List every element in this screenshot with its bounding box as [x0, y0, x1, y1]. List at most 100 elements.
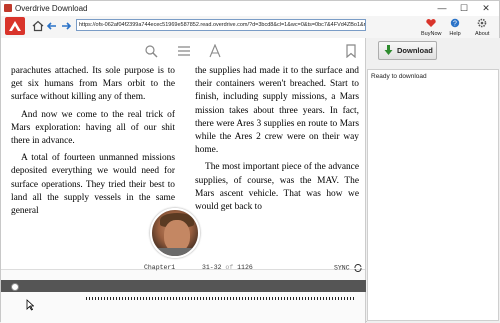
- chapter-tick: [299, 297, 300, 300]
- about-button[interactable]: About: [475, 18, 489, 37]
- chapter-tick: [218, 297, 219, 300]
- text-column-right: the supplies had made it to the surface …: [195, 65, 359, 218]
- chapter-tick: [110, 297, 111, 300]
- pages-of: of: [225, 264, 234, 271]
- font-settings-icon[interactable]: [208, 44, 222, 58]
- paragraph: The most important piece of the advance …: [195, 162, 359, 213]
- chapter-tick: [92, 297, 93, 300]
- chapter-tick: [176, 297, 177, 300]
- chapter-tick: [275, 297, 276, 300]
- forward-icon[interactable]: [60, 20, 72, 32]
- paragraph: And now we come to the real trick of Mar…: [11, 109, 175, 147]
- chapter-tick: [347, 297, 348, 300]
- chapter-tick: [281, 297, 282, 300]
- gear-icon: [477, 18, 487, 28]
- chapter-tick: [152, 297, 153, 300]
- chapter-tick: [308, 297, 309, 300]
- chapter-tick: [284, 297, 285, 300]
- chapter-tick: [266, 297, 267, 300]
- chapter-tick: [332, 297, 333, 300]
- chapter-tick: [182, 297, 183, 300]
- chapter-tick: [287, 297, 288, 300]
- chapter-tick: [155, 297, 156, 300]
- sync-button[interactable]: SYNC: [334, 263, 362, 273]
- text-column-left: parachutes attached. Its sole purpose is…: [11, 65, 175, 222]
- chapter-tick: [122, 297, 123, 300]
- status-log: Ready to download: [367, 69, 499, 321]
- menu-icon[interactable]: [177, 44, 191, 58]
- chapter-tick: [242, 297, 243, 300]
- chapter-tick: [146, 297, 147, 300]
- chapter-tick: [194, 297, 195, 300]
- buynow-label: BuyNow: [421, 31, 442, 37]
- chapter-tick: [314, 297, 315, 300]
- reader-toolbar: [1, 38, 365, 64]
- chapter-tick: [140, 297, 141, 300]
- chapter-tick: [149, 297, 150, 300]
- home-icon[interactable]: [32, 20, 44, 32]
- chapter-tick: [191, 297, 192, 300]
- chapter-tick: [179, 297, 180, 300]
- chapter-tick: [296, 297, 297, 300]
- chapter-tick: [134, 297, 135, 300]
- chapter-tick: [233, 297, 234, 300]
- chapter-tick: [320, 297, 321, 300]
- chapter-tick: [341, 297, 342, 300]
- chapter-tick: [269, 297, 270, 300]
- chapter-tick: [311, 297, 312, 300]
- chapter-tick: [344, 297, 345, 300]
- chapter-tick: [212, 297, 213, 300]
- chapter-ticks: [86, 297, 361, 301]
- chapter-tick: [128, 297, 129, 300]
- help-label: Help: [449, 31, 461, 37]
- download-button[interactable]: Download: [378, 41, 437, 60]
- close-button[interactable]: ✕: [475, 1, 497, 16]
- chapter-tick: [245, 297, 246, 300]
- chapter-tick: [239, 297, 240, 300]
- chapter-tick: [206, 297, 207, 300]
- reader-bottom-bar: [1, 269, 365, 323]
- paragraph: the supplies had made it to the surface …: [195, 66, 359, 156]
- chapter-tick: [302, 297, 303, 300]
- chapter-tick: [203, 297, 204, 300]
- chapter-tick: [197, 297, 198, 300]
- svg-text:?: ?: [453, 21, 457, 28]
- chapter-tick: [167, 297, 168, 300]
- chapter-tick: [161, 297, 162, 300]
- chapter-tick: [260, 297, 261, 300]
- sync-label: SYNC: [334, 264, 350, 272]
- chapter-tick: [104, 297, 105, 300]
- paragraph: A total of fourteen unmanned missions de…: [11, 153, 175, 217]
- chapter-tick: [137, 297, 138, 300]
- back-icon[interactable]: [46, 20, 58, 32]
- download-label: Download: [397, 46, 433, 55]
- overdrive-logo: [5, 17, 25, 35]
- chapter-tick: [185, 297, 186, 300]
- bookmark-icon[interactable]: [345, 44, 357, 58]
- search-icon[interactable]: [144, 44, 158, 58]
- chapter-tick: [209, 297, 210, 300]
- url-input[interactable]: https://ofs-062af04f2399a744ecec51969e58…: [76, 19, 366, 31]
- sync-icon: [354, 263, 362, 273]
- buynow-button[interactable]: BuyNow: [421, 18, 441, 37]
- cover-avatar[interactable]: [150, 208, 200, 258]
- download-arrow-icon: [384, 45, 393, 55]
- chapter-tick: [338, 297, 339, 300]
- minimize-button[interactable]: —: [431, 1, 453, 16]
- help-button[interactable]: ? Help: [449, 18, 461, 37]
- chapter-tick: [263, 297, 264, 300]
- chapter-tick: [188, 297, 189, 300]
- chapter-tick: [251, 297, 252, 300]
- title-bar: Overdrive Download — ☐ ✕: [1, 1, 499, 16]
- paragraph: parachutes attached. Its sole purpose is…: [11, 66, 175, 103]
- heart-icon: [426, 19, 436, 27]
- chapter-tick: [221, 297, 222, 300]
- chapter-tick: [305, 297, 306, 300]
- chapter-tick: [257, 297, 258, 300]
- progress-slider[interactable]: [1, 280, 366, 292]
- maximize-button[interactable]: ☐: [453, 1, 475, 16]
- chapter-tick: [290, 297, 291, 300]
- chapter-tick: [119, 297, 120, 300]
- chapter-tick: [107, 297, 108, 300]
- progress-slider-knob[interactable]: [11, 283, 19, 291]
